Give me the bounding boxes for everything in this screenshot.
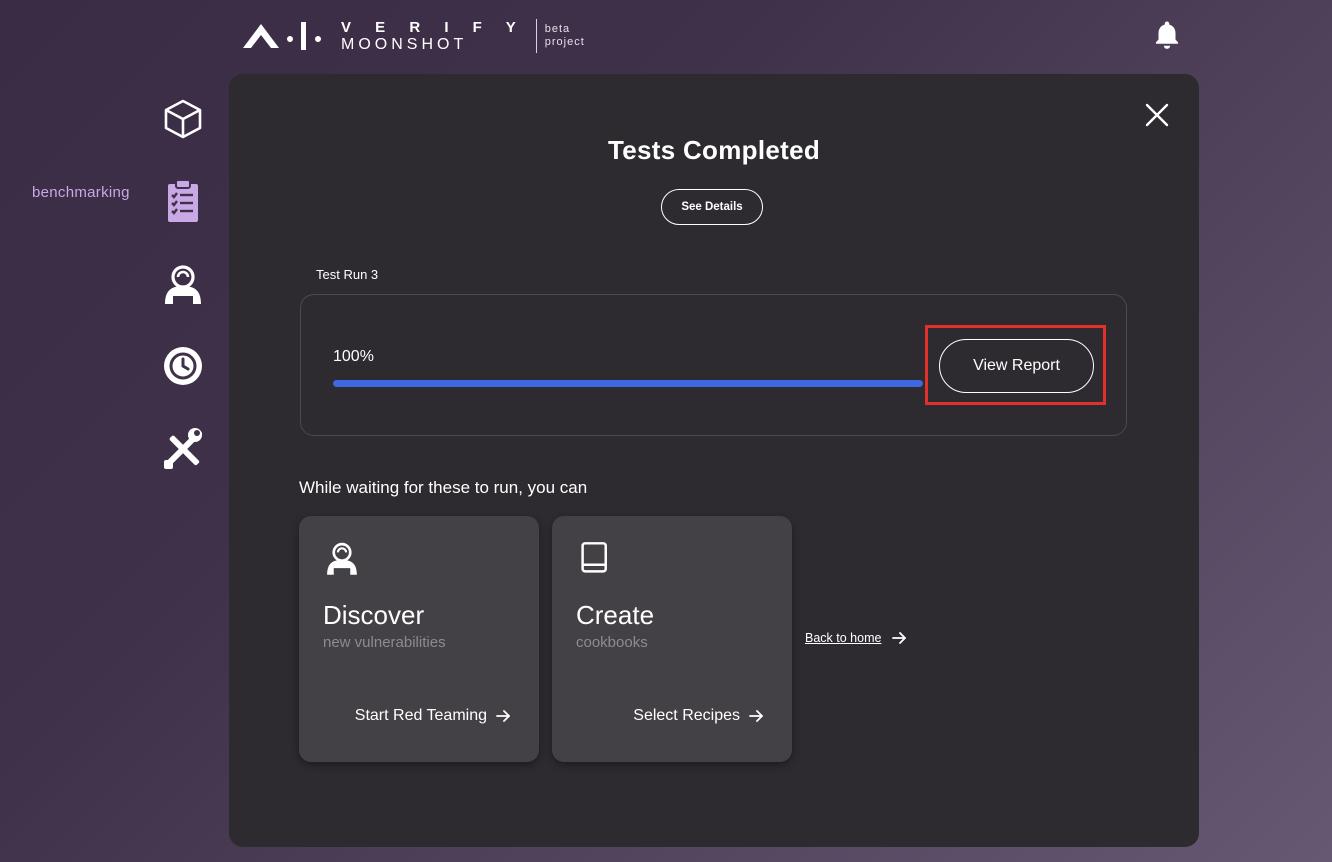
select-recipes-link[interactable]: Select Recipes	[633, 707, 764, 725]
arrow-right-icon	[892, 632, 907, 644]
card-title: Create	[576, 600, 655, 630]
test-run-label: Test Run 3	[316, 267, 379, 282]
arrow-right-icon	[749, 710, 763, 722]
red-teaming-icon	[327, 542, 357, 575]
cube-icon[interactable]	[160, 96, 206, 142]
card-action-label: Select Recipes	[633, 707, 740, 724]
see-details-button[interactable]: See Details	[661, 189, 763, 225]
logo-moonshot-text: MOONSHOT	[341, 35, 468, 53]
card-subtitle: new vulnerabilities	[323, 634, 446, 651]
discover-card[interactable]: Discover new vulnerabilities Start Red T…	[299, 516, 539, 762]
back-to-home-link[interactable]: Back to home	[805, 630, 907, 646]
bell-icon[interactable]	[1150, 18, 1184, 52]
clipboard-checklist-icon[interactable]	[160, 178, 206, 224]
modal-title: Tests Completed	[607, 135, 821, 165]
close-icon[interactable]	[1142, 100, 1172, 130]
waiting-message: While waiting for these to run, you can	[299, 478, 588, 497]
card-action-label: Start Red Teaming	[354, 707, 487, 724]
sidebar-item-benchmarking-label[interactable]: benchmarking	[32, 184, 130, 201]
history-clock-icon[interactable]	[160, 343, 206, 389]
tools-icon[interactable]	[160, 426, 206, 472]
view-report-button[interactable]: View Report	[939, 339, 1094, 393]
logo-beta-text: beta	[544, 23, 571, 35]
card-title: Discover	[323, 600, 425, 630]
app-logo: V E R I F Y MOONSHOT beta project	[243, 16, 585, 56]
create-card[interactable]: Create cookbooks Select Recipes	[552, 516, 792, 762]
logo-project-text: project	[544, 36, 585, 48]
red-teaming-icon[interactable]	[160, 262, 206, 308]
progress-bar	[333, 380, 923, 387]
back-to-home-label: Back to home	[805, 631, 882, 645]
logo-verify-text: V E R I F Y	[341, 18, 526, 36]
start-red-teaming-link[interactable]: Start Red Teaming	[355, 707, 511, 725]
aiv-logo-mark-icon	[243, 22, 321, 50]
arrow-right-icon	[496, 710, 510, 722]
progress-bar-fill	[333, 380, 923, 387]
logo-divider	[535, 19, 537, 53]
card-subtitle: cookbooks	[576, 634, 648, 651]
progress-percentage: 100%	[333, 348, 374, 365]
book-icon	[581, 542, 607, 573]
